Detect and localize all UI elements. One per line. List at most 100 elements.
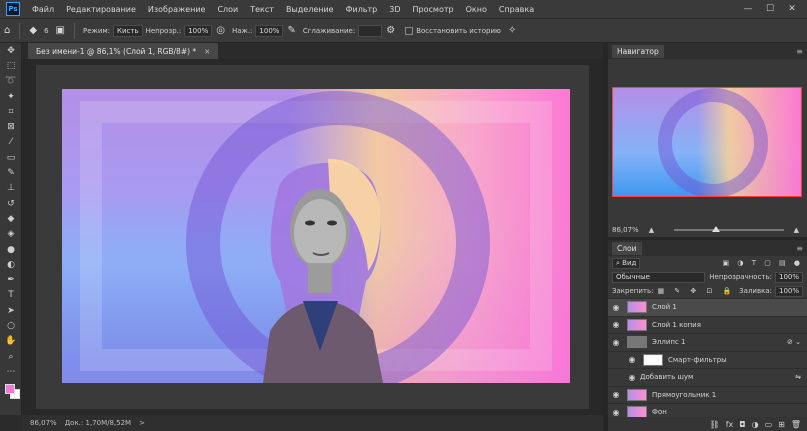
airbrush-icon[interactable]: ✎ bbox=[287, 25, 295, 36]
zoom-tool-icon[interactable]: ⌕ bbox=[0, 349, 22, 364]
navigator-thumbnail[interactable] bbox=[612, 87, 802, 197]
gear-icon[interactable]: ⚙ bbox=[386, 25, 395, 36]
zoom-out-icon[interactable]: ▲ bbox=[649, 226, 654, 234]
pressure-opacity-icon[interactable]: ◎ bbox=[216, 25, 225, 36]
layer-filter-select[interactable]: ⌕ Вид bbox=[612, 257, 641, 269]
visibility-eye-icon[interactable]: ◉ bbox=[608, 408, 624, 417]
paint-bucket-tool-icon[interactable]: ◈ bbox=[0, 227, 22, 242]
close-tab-icon[interactable]: × bbox=[204, 47, 210, 56]
marquee-tool-icon[interactable]: ⬚ bbox=[0, 58, 22, 73]
layer-opacity-input[interactable]: 100% bbox=[774, 271, 803, 283]
zoom-level[interactable]: 86,07% bbox=[30, 419, 57, 427]
menu-edit[interactable]: Редактирование bbox=[60, 5, 142, 14]
blend-mode-select[interactable]: Обычные bbox=[612, 271, 706, 283]
layer-fill-input[interactable]: 100% bbox=[774, 285, 803, 297]
history-brush-tool-icon[interactable]: ↺ bbox=[0, 196, 22, 211]
pen-tool-icon[interactable]: ✒ bbox=[0, 272, 22, 287]
navigator-zoom[interactable]: 86,07% bbox=[612, 226, 639, 234]
filter-name[interactable]: Добавить шум bbox=[640, 373, 693, 381]
new-group-icon[interactable]: ▭ bbox=[765, 420, 773, 429]
link-layers-icon[interactable]: ⛓ bbox=[710, 420, 720, 429]
brush-tool-icon[interactable]: ✎ bbox=[0, 165, 22, 180]
navigator-tab[interactable]: Навигатор bbox=[612, 44, 664, 58]
opacity-input[interactable]: 100% bbox=[184, 24, 213, 37]
zoom-slider[interactable] bbox=[674, 226, 784, 232]
trash-icon[interactable]: 🗑 bbox=[791, 420, 801, 429]
menu-image[interactable]: Изображение bbox=[142, 5, 212, 14]
crop-tool-icon[interactable]: ⌗ bbox=[0, 104, 22, 119]
brush-size-label[interactable]: 6 bbox=[44, 27, 48, 35]
layer-row[interactable]: ◉ Слой 1 bbox=[608, 298, 807, 316]
menu-3d[interactable]: 3D bbox=[383, 5, 406, 14]
visibility-eye-icon[interactable]: ◉ bbox=[608, 390, 624, 399]
layers-tab[interactable]: Слои bbox=[612, 241, 642, 255]
pressure-input[interactable]: 100% bbox=[255, 24, 284, 37]
layer-row[interactable]: ◉ Прямоугольник 1 bbox=[608, 385, 807, 404]
eraser-tool-icon[interactable]: ◆ bbox=[0, 211, 22, 226]
clone-stamp-tool-icon[interactable]: ⊥ bbox=[0, 181, 22, 196]
canvas-image[interactable] bbox=[62, 89, 570, 383]
move-tool-icon[interactable]: ✥ bbox=[0, 43, 22, 58]
layer-name[interactable]: Слой 1 копия bbox=[652, 321, 701, 329]
lock-icons[interactable]: ▦ ✎ ✥ ⊡ 🔒 bbox=[657, 287, 735, 295]
hand-tool-icon[interactable]: ✋ bbox=[0, 334, 22, 349]
menu-view[interactable]: Просмотр bbox=[407, 5, 460, 14]
maximize-button[interactable]: ☐ bbox=[759, 4, 781, 14]
visibility-eye-icon[interactable]: ◉ bbox=[608, 338, 624, 347]
brush-panel-icon[interactable]: ▣ bbox=[56, 25, 65, 36]
eraser-tool-icon[interactable]: ◆ bbox=[29, 25, 37, 36]
menu-type[interactable]: Текст bbox=[244, 5, 280, 14]
erase-history-checkbox[interactable] bbox=[405, 26, 414, 35]
close-window-button[interactable]: ✕ bbox=[781, 4, 803, 14]
minimize-button[interactable]: — bbox=[737, 4, 759, 14]
type-tool-icon[interactable]: T bbox=[0, 288, 22, 303]
zoom-slider-handle[interactable] bbox=[712, 226, 720, 232]
smoothing-input[interactable] bbox=[358, 24, 383, 37]
symmetry-icon[interactable]: ✧ bbox=[508, 25, 516, 36]
layer-row[interactable]: ◉ Слой 1 копия bbox=[608, 315, 807, 334]
status-menu-arrow[interactable]: > bbox=[139, 419, 145, 427]
healing-brush-tool-icon[interactable]: ▭ bbox=[0, 150, 22, 165]
ellipse-tool-icon[interactable]: ○ bbox=[0, 318, 22, 333]
canvas-area[interactable] bbox=[22, 59, 603, 415]
filter-icons[interactable]: ▣ ◑ T ▢ ▤ ● bbox=[723, 259, 803, 267]
menu-help[interactable]: Справка bbox=[493, 5, 540, 14]
magic-wand-tool-icon[interactable]: ✦ bbox=[0, 89, 22, 104]
menu-filter[interactable]: Фильтр bbox=[340, 5, 384, 14]
more-tools-icon[interactable]: ⋯ bbox=[0, 364, 22, 379]
eyedropper-tool-icon[interactable]: ⁄ bbox=[0, 135, 22, 150]
visibility-eye-icon[interactable]: ◉ bbox=[624, 355, 640, 364]
layer-name[interactable]: Слой 1 bbox=[652, 303, 677, 311]
menu-window[interactable]: Окно bbox=[460, 5, 493, 14]
fx-icon[interactable]: fx bbox=[726, 420, 734, 429]
blur-tool-icon[interactable]: ● bbox=[0, 242, 22, 257]
lasso-tool-icon[interactable]: ➰ bbox=[0, 74, 22, 89]
smart-filters-label[interactable]: Смарт-фильтры bbox=[668, 356, 727, 364]
menu-select[interactable]: Выделение bbox=[280, 5, 340, 14]
document-tab[interactable]: Без имени-1 @ 86,1% (Слой 1, RGB/8#) * × bbox=[28, 43, 219, 59]
panel-menu-icon[interactable]: ≡ bbox=[796, 47, 803, 56]
layer-name[interactable]: Фон bbox=[652, 408, 667, 416]
filter-row[interactable]: ◉ Добавить шум ⇋ bbox=[608, 368, 807, 386]
menu-file[interactable]: Файл bbox=[26, 5, 60, 14]
mode-select[interactable]: Кисть bbox=[113, 24, 143, 37]
visibility-eye-icon[interactable]: ◉ bbox=[624, 373, 640, 382]
smart-filters-row[interactable]: ◉ Смарт-фильтры bbox=[608, 350, 807, 369]
visibility-eye-icon[interactable]: ◉ bbox=[608, 303, 624, 312]
layer-row[interactable]: ◉ Эллипс 1 ⊘ ⌄ bbox=[608, 333, 807, 351]
adjustment-layer-icon[interactable]: ◑ bbox=[752, 420, 759, 429]
new-layer-icon[interactable]: ⊞ bbox=[778, 420, 785, 429]
path-selection-tool-icon[interactable]: ➤ bbox=[0, 303, 22, 318]
home-icon[interactable]: ⌂ bbox=[4, 25, 10, 36]
frame-tool-icon[interactable]: ⊠ bbox=[0, 119, 22, 134]
layer-name[interactable]: Эллипс 1 bbox=[652, 338, 686, 346]
filter-options-icon[interactable]: ⇋ bbox=[795, 373, 801, 381]
dodge-tool-icon[interactable]: ◐ bbox=[0, 257, 22, 272]
foreground-color-swatch[interactable] bbox=[5, 383, 15, 394]
panel-menu-icon[interactable]: ≡ bbox=[796, 244, 803, 253]
menu-layers[interactable]: Слои bbox=[211, 5, 244, 14]
layer-name[interactable]: Прямоугольник 1 bbox=[652, 391, 716, 399]
add-mask-icon[interactable]: ◘ bbox=[739, 420, 745, 429]
visibility-eye-icon[interactable]: ◉ bbox=[608, 320, 624, 329]
zoom-in-icon[interactable]: ▲ bbox=[794, 226, 799, 234]
